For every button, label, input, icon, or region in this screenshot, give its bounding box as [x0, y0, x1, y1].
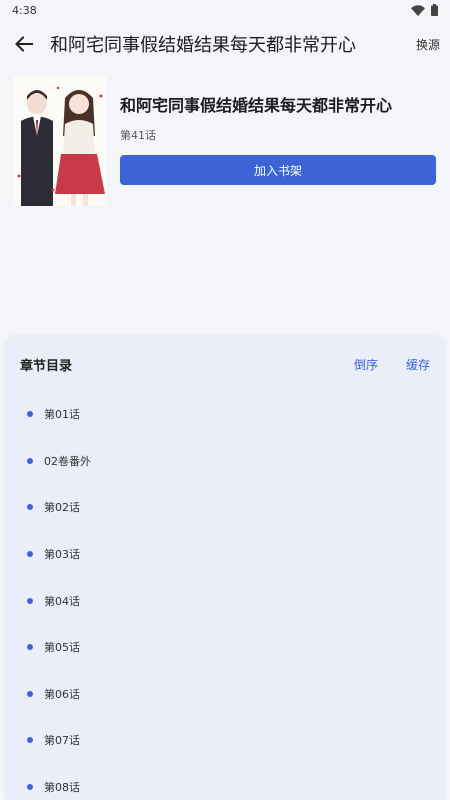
book-title: 和阿宅同事假结婚结果每天都非常开心	[120, 96, 393, 115]
bullet-dot-icon	[27, 551, 33, 558]
chapter-label: 第05话	[44, 641, 80, 655]
bullet-dot-icon	[27, 597, 33, 604]
cover-illustration	[13, 76, 107, 206]
bullet-dot-icon	[27, 504, 33, 511]
chapter-label: 第01话	[44, 408, 80, 422]
status-bar: 4:38	[0, 0, 450, 20]
chapter-label: 第07话	[44, 734, 80, 748]
chapter-panel: 章节目录 倒序 缓存 第01话 02卷番外 第02话 第03话 第04话 第05…	[6, 337, 444, 800]
page-title: 和阿宅同事假结婚结果每天都非常开心	[50, 35, 356, 56]
chapter-label: 第03话	[44, 548, 80, 562]
cache-button[interactable]: 缓存	[406, 356, 430, 373]
chapter-item[interactable]: 第05话	[6, 624, 444, 671]
bullet-dot-icon	[27, 457, 33, 464]
chapter-item[interactable]: 02卷番外	[6, 438, 444, 485]
chapter-panel-header: 章节目录 倒序 缓存	[6, 337, 444, 391]
chapter-list: 第01话 02卷番外 第02话 第03话 第04话 第05话 第06话 第07话…	[6, 391, 444, 800]
add-to-shelf-button[interactable]: 加入书架	[120, 155, 436, 185]
reverse-order-button[interactable]: 倒序	[354, 356, 378, 373]
arrow-left-icon	[15, 36, 33, 52]
chapter-label: 第04话	[44, 594, 80, 608]
bullet-dot-icon	[27, 690, 33, 697]
chapter-label: 02卷番外	[44, 454, 91, 468]
book-meta: 和阿宅同事假结婚结果每天都非常开心 第41话 加入书架	[120, 76, 437, 218]
chapter-panel-title: 章节目录	[20, 358, 73, 374]
book-cover[interactable]	[13, 76, 107, 206]
bullet-dot-icon	[27, 644, 33, 651]
latest-chapter[interactable]: 第41话	[120, 127, 437, 143]
app-bar: 和阿宅同事假结婚结果每天都非常开心 换源	[0, 20, 450, 68]
chapter-label: 第08话	[44, 781, 80, 795]
bullet-dot-icon	[27, 784, 33, 791]
switch-source-button[interactable]: 换源	[416, 36, 440, 53]
back-button[interactable]	[12, 32, 36, 56]
bullet-dot-icon	[27, 737, 33, 744]
chapter-item[interactable]: 第03话	[6, 531, 444, 578]
battery-icon	[431, 4, 438, 16]
chapter-item[interactable]: 第06话	[6, 671, 444, 718]
chapter-label: 第06话	[44, 687, 80, 701]
chapter-item[interactable]: 第08话	[6, 764, 444, 800]
chapter-item[interactable]: 第07话	[6, 717, 444, 764]
bullet-dot-icon	[27, 411, 33, 418]
chapter-item[interactable]: 第02话	[6, 484, 444, 531]
status-icons	[411, 4, 438, 16]
book-info: 和阿宅同事假结婚结果每天都非常开心 第41话 加入书架	[0, 68, 450, 218]
status-time: 4:38	[12, 3, 37, 17]
wifi-icon	[411, 4, 425, 16]
chapter-item[interactable]: 第04话	[6, 577, 444, 624]
chapter-item[interactable]: 第01话	[6, 391, 444, 438]
chapter-label: 第02话	[44, 501, 80, 515]
